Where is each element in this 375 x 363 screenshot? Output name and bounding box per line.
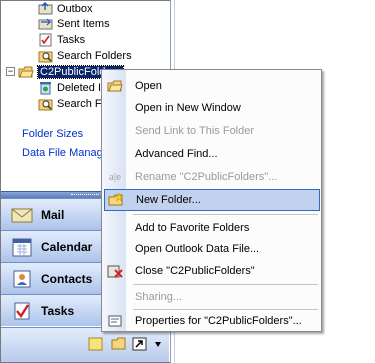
tree-item-search-folders-2[interactable]: Search Fo: [37, 95, 108, 112]
menu-item-open[interactable]: Open: [104, 75, 320, 97]
nav-label-tasks: Tasks: [41, 303, 75, 318]
collapse-toggle[interactable]: −: [6, 67, 15, 76]
menu-label-open-data-file: Open Outlook Data File...: [135, 243, 260, 255]
folder-list-icon[interactable]: [111, 337, 126, 351]
configure-buttons-icon[interactable]: [151, 337, 166, 351]
notes-icon[interactable]: [88, 337, 103, 351]
menu-label-new-folder: New Folder...: [136, 194, 201, 206]
close-data-file-icon: [105, 261, 125, 281]
menu-label-rename: Rename "C2PublicFolders"...: [135, 171, 278, 183]
menu-label-open: Open: [135, 80, 162, 92]
menu-item-close[interactable]: Close "C2PublicFolders": [104, 260, 320, 282]
properties-icon: [105, 311, 125, 331]
menu-item-open-new-window[interactable]: Open in New Window: [104, 97, 320, 119]
tasks-icon: [11, 301, 33, 321]
contacts-icon: [11, 269, 33, 289]
sent-items-icon: [37, 17, 53, 31]
tree-item-label: Deleted I: [57, 81, 102, 94]
data-file-manager-link[interactable]: Data File Manage: [22, 147, 109, 159]
tree-item-label: Outbox: [57, 2, 93, 15]
tree-item-deleted-items[interactable]: Deleted I: [37, 79, 101, 96]
menu-label-properties: Properties for "C2PublicFolders"...: [135, 315, 302, 327]
tree-item-sent-items[interactable]: Sent Items: [37, 15, 110, 32]
folder-context-menu: Open Open in New Window Send Link to Thi…: [101, 69, 322, 332]
pst-folder-icon: [18, 65, 34, 79]
shortcuts-icon[interactable]: [132, 337, 147, 351]
tree-item-label: Tasks: [57, 33, 86, 46]
outbox-icon: [37, 2, 53, 16]
nav-label-mail: Mail: [41, 207, 65, 222]
menu-item-new-folder[interactable]: New Folder...: [104, 189, 320, 211]
menu-item-add-favorite[interactable]: Add to Favorite Folders: [104, 217, 320, 239]
menu-item-advanced-find[interactable]: Advanced Find...: [104, 143, 320, 165]
menu-item-send-link: Send Link to This Folder: [104, 120, 320, 142]
deleted-items-icon: [37, 81, 53, 95]
menu-item-properties[interactable]: Properties for "C2PublicFolders"...: [104, 310, 320, 332]
menu-label-open-new-window: Open in New Window: [135, 102, 241, 114]
rename-icon: a|e: [109, 171, 121, 183]
menu-label-close: Close "C2PublicFolders": [135, 265, 255, 277]
open-folder-icon: [105, 76, 125, 96]
tree-item-label: Search Folders: [57, 49, 132, 62]
nav-label-contacts: Contacts: [41, 271, 93, 286]
menu-label-advanced-find: Advanced Find...: [135, 148, 218, 160]
tasks-icon: [37, 33, 53, 47]
new-folder-icon: [106, 190, 126, 210]
menu-separator: [133, 284, 318, 285]
tree-item-label: Sent Items: [57, 17, 110, 30]
menu-item-rename: a|e Rename "C2PublicFolders"...: [104, 166, 320, 188]
calendar-icon: [11, 237, 33, 257]
menu-label-sharing: Sharing...: [135, 291, 183, 303]
menu-label-add-favorite: Add to Favorite Folders: [135, 222, 250, 234]
tree-item-tasks[interactable]: Tasks: [37, 31, 85, 48]
search-folders-icon: [37, 97, 53, 111]
nav-label-calendar: Calendar: [41, 239, 93, 254]
menu-label-send-link: Send Link to This Folder: [135, 125, 255, 137]
folder-sizes-link[interactable]: Folder Sizes: [22, 128, 83, 140]
menu-item-sharing: Sharing...: [104, 286, 320, 308]
menu-item-open-data-file[interactable]: Open Outlook Data File...: [104, 238, 320, 260]
search-folders-icon: [37, 49, 53, 63]
navigation-shortcut-strip: [1, 327, 169, 362]
tree-item-search-folders[interactable]: Search Folders: [37, 47, 132, 64]
menu-separator: [133, 214, 318, 215]
mail-icon: [11, 205, 33, 225]
